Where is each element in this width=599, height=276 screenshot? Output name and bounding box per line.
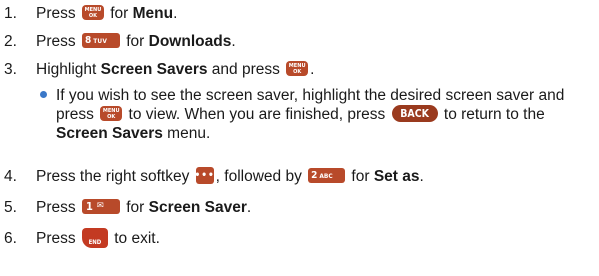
note-target: Screen Savers — [56, 125, 163, 142]
step-text-part: Press — [36, 5, 80, 22]
step-text-part: for — [105, 5, 133, 22]
eight-tuv-key-icon: 8 TUV — [81, 33, 120, 49]
step-text: Press MENU OK for Menu. — [36, 5, 178, 22]
step-target: Set as — [373, 168, 420, 185]
step-target: Menu — [132, 5, 174, 22]
step-number: 4. — [4, 168, 17, 185]
menu-ok-key-icon: MENU OK — [81, 5, 104, 21]
menu-ok-key-icon: MENU OK — [286, 61, 309, 77]
bullet-dot-icon — [40, 91, 47, 98]
step-text: Press END to exit. — [36, 225, 160, 253]
right-softkey-icon: ••• — [195, 167, 214, 185]
one-message-key-icon: 1 ✉ — [81, 199, 120, 215]
step-target: Downloads — [148, 33, 232, 50]
step-number: 6. — [4, 230, 17, 247]
step-target: Screen Savers — [100, 61, 208, 78]
two-abc-key-icon: 2 ABC — [308, 168, 346, 184]
menu-ok-key-icon: MENU OK — [100, 106, 123, 122]
step-number: 5. — [4, 199, 17, 216]
step-target: Screen Saver — [148, 199, 247, 216]
note-bullet: If you wish to see the screen saver, hig… — [36, 86, 592, 148]
step-number: 2. — [4, 33, 17, 50]
end-key-icon: END — [81, 227, 108, 248]
step-number: 1. — [4, 5, 17, 22]
step-text: Highlight Screen Savers and press MENU OK… — [36, 61, 315, 78]
step-text: Press 8 TUV for Downloads. — [36, 33, 236, 50]
step-number: 3. — [4, 61, 17, 78]
note-text: If you wish to see the screen saver, hig… — [56, 87, 565, 142]
step-text: Press the right softkey •••, followed by… — [36, 167, 424, 185]
step-text: Press 1 ✉ for Screen Saver. — [36, 199, 252, 216]
back-key-icon: BACK — [391, 105, 438, 123]
